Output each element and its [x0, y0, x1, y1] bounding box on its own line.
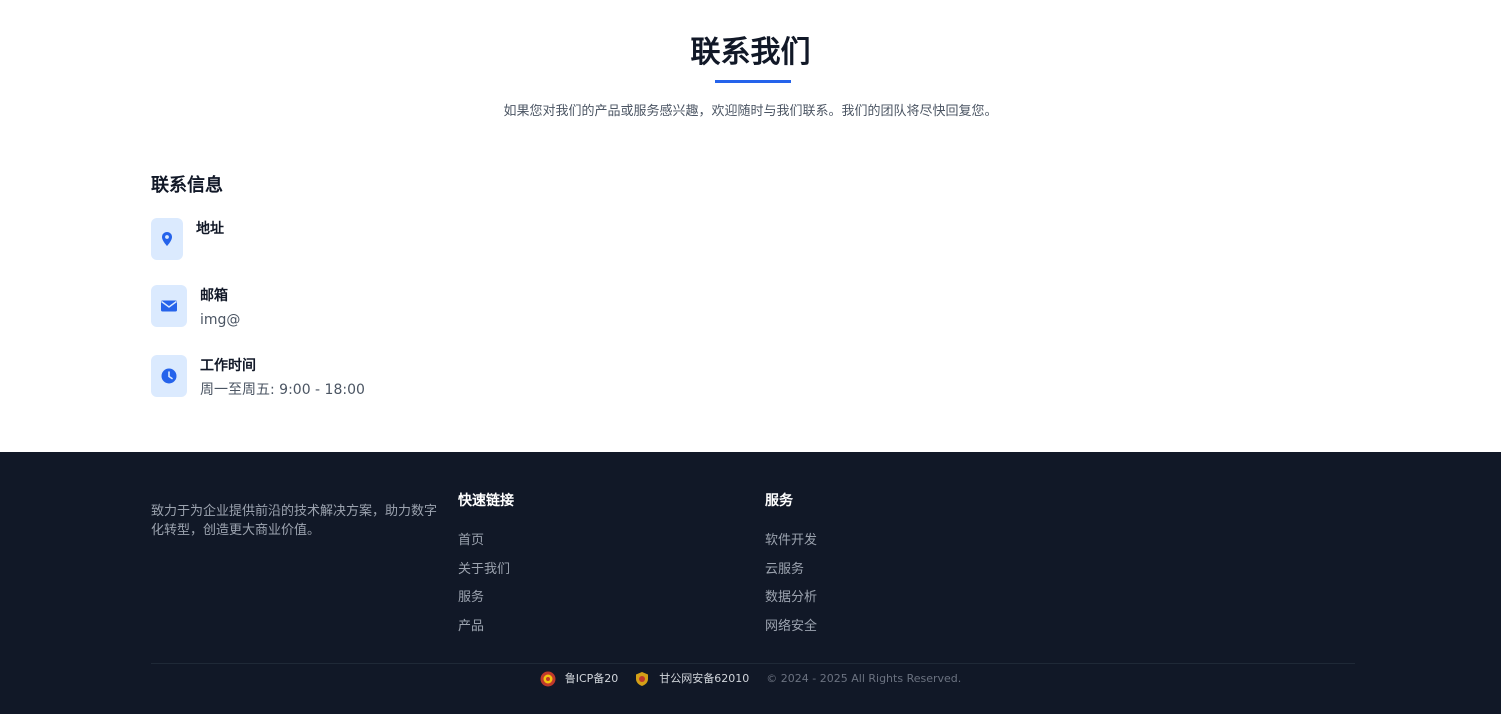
footer-link-software-dev[interactable]: 软件开发 — [765, 531, 817, 551]
footer-link-network-security[interactable]: 网络安全 — [765, 617, 817, 637]
police-record-text: 甘公网安备62010 — [659, 672, 750, 685]
footer-link-about[interactable]: 关于我们 — [458, 560, 514, 580]
contact-item-hours: 工作时间 周一至周五: 9:00 - 18:00 — [151, 355, 365, 400]
footer-bottom: 鲁ICP备20 甘公网安备62010 © 2024 - 2025 All Rig… — [0, 670, 1501, 688]
footer-quick-links: 快速链接 首页 关于我们 服务 产品 — [458, 492, 514, 645]
copyright-text: © 2024 - 2025 All Rights Reserved. — [766, 672, 962, 685]
footer-link-cloud[interactable]: 云服务 — [765, 560, 817, 580]
contact-info-heading: 联系信息 — [151, 175, 223, 196]
footer-link-home[interactable]: 首页 — [458, 531, 514, 551]
footer-link-data-analysis[interactable]: 数据分析 — [765, 588, 817, 608]
contact-section: 联系我们 如果您对我们的产品或服务感兴趣，欢迎随时与我们联系。我们的团队将尽快回… — [0, 0, 1501, 452]
email-label: 邮箱 — [200, 288, 228, 304]
icp-link[interactable]: 鲁ICP备20 — [540, 670, 619, 688]
footer-divider — [151, 663, 1355, 664]
police-record-link[interactable]: 甘公网安备62010 — [634, 670, 749, 688]
icp-text: 鲁ICP备20 — [564, 672, 619, 685]
contact-item-address: 地址 — [151, 218, 224, 260]
hours-value: 周一至周五: 9:00 - 18:00 — [200, 382, 365, 398]
footer-link-products[interactable]: 产品 — [458, 617, 514, 637]
page-subtitle: 如果您对我们的产品或服务感兴趣，欢迎随时与我们联系。我们的团队将尽快回复您。 — [503, 104, 998, 119]
footer-description: 致力于为企业提供前沿的技术解决方案，助力数字化转型，创造更大商业价值。 — [151, 504, 438, 538]
address-label: 地址 — [196, 221, 224, 237]
national-emblem-icon — [540, 671, 556, 687]
contact-item-email: 邮箱 img@ — [151, 285, 240, 330]
police-badge-icon — [636, 672, 649, 686]
email-value[interactable]: img@ — [200, 310, 240, 330]
services-title: 服务 — [765, 493, 793, 509]
title-underline — [715, 80, 791, 83]
map-pin-icon — [151, 218, 183, 260]
footer: 致力于为企业提供前沿的技术解决方案，助力数字化转型，创造更大商业价值。 快速链接… — [0, 452, 1501, 714]
hours-label: 工作时间 — [200, 358, 256, 374]
envelope-icon — [151, 285, 187, 327]
quick-links-title: 快速链接 — [458, 493, 514, 509]
clock-icon — [151, 355, 187, 397]
footer-services: 服务 软件开发 云服务 数据分析 网络安全 — [765, 492, 817, 645]
page-title: 联系我们 — [690, 35, 811, 70]
footer-link-services[interactable]: 服务 — [458, 588, 514, 608]
